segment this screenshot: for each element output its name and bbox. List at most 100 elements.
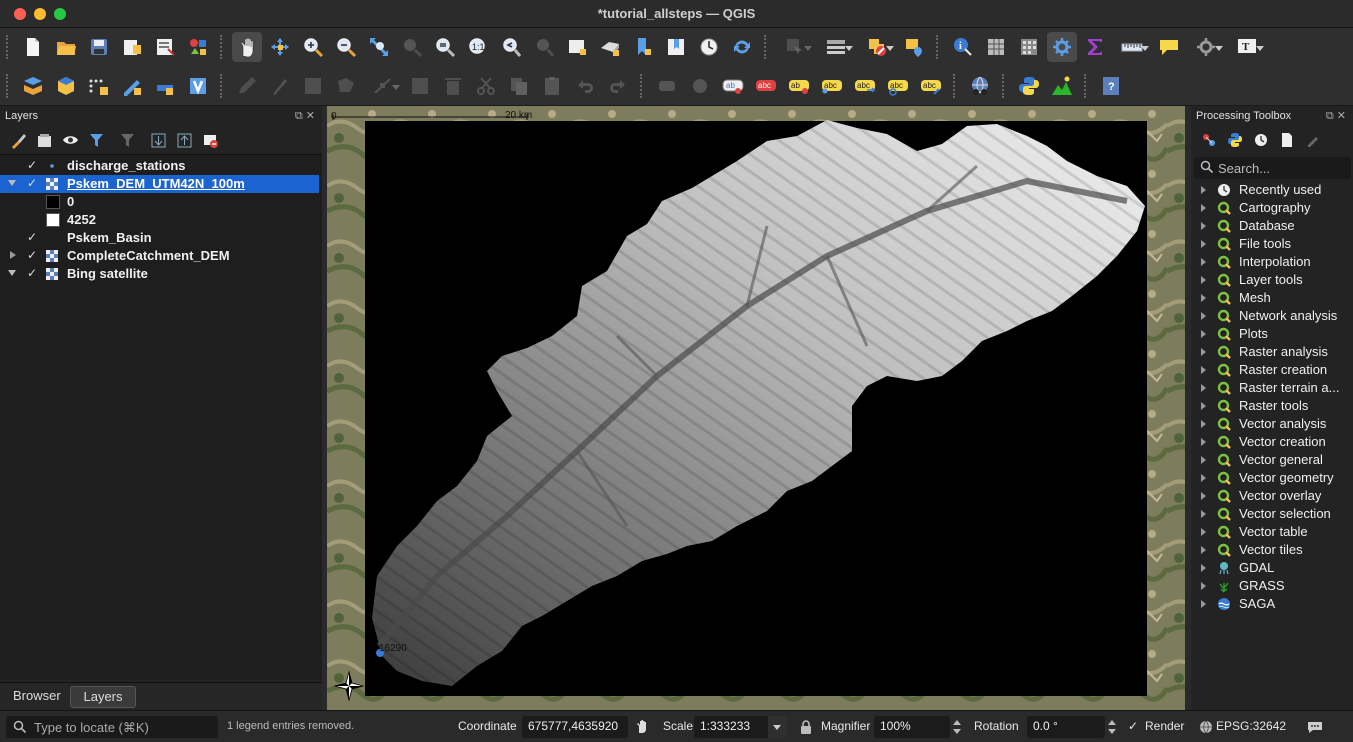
pan-map-icon[interactable] [231,32,262,62]
cut-features-icon[interactable] [471,71,501,101]
measure-icon[interactable] [1113,32,1151,62]
layer-item[interactable]: ✓ discharge_stations [0,157,322,175]
models-icon[interactable] [1197,129,1221,151]
expand-arrow-icon[interactable] [1201,600,1206,608]
style-manager-icon[interactable] [183,32,213,62]
crs-button[interactable]: EPSG:32642 [1216,719,1286,733]
layer-visibility-checkbox[interactable]: ✓ [27,230,37,244]
modify-attributes-icon[interactable] [405,71,435,101]
toolbar-grip[interactable] [640,73,646,98]
plugin-globe-icon[interactable] [965,71,995,101]
text-annotation-icon[interactable]: T [1228,32,1266,62]
pan-to-selection-icon[interactable] [265,32,295,62]
toolbox-group-item[interactable]: Vector creation [1191,433,1353,451]
copy-features-icon[interactable] [504,71,534,101]
rotation-stepper[interactable] [1106,716,1118,738]
identify-icon[interactable]: i [948,32,978,62]
toolbox-group-item[interactable]: Raster terrain a... [1191,379,1353,397]
expand-arrow-icon[interactable] [1201,276,1206,284]
toolbar-grip[interactable] [764,35,770,59]
filter-legend-icon[interactable] [84,129,108,151]
python-console-icon[interactable] [1014,71,1044,101]
digitize-icon[interactable] [117,71,147,101]
remove-layer-icon[interactable] [198,129,222,151]
collapse-arrow-icon[interactable] [10,251,16,259]
zoom-native-icon[interactable]: 1:1 [463,32,493,62]
statistics-sum-icon[interactable] [1080,32,1110,62]
expand-arrow-icon[interactable] [1201,204,1206,212]
select-features-icon[interactable] [776,32,814,62]
expand-all-icon[interactable] [146,129,170,151]
add-vector-layer-icon[interactable] [150,71,180,101]
layout-manager-icon[interactable] [150,32,180,62]
expand-arrow-icon[interactable] [8,270,16,276]
change-label-icon[interactable]: abc [916,71,946,101]
add-feature-icon[interactable] [331,71,361,101]
show-bookmarks-icon[interactable] [661,32,691,62]
toolbox-group-item[interactable]: Vector overlay [1191,487,1353,505]
new-print-layout-icon[interactable] [117,32,147,62]
expand-arrow-icon[interactable] [1201,258,1206,266]
annotation-icon[interactable] [1187,32,1225,62]
undo-icon[interactable] [570,71,600,101]
messages-icon[interactable] [1307,719,1323,735]
expand-arrow-icon[interactable] [1201,528,1206,536]
layer-labeling-off-icon[interactable]: abc [751,71,781,101]
toolbar-grip[interactable] [6,73,12,98]
expand-arrow-icon[interactable] [8,180,16,186]
expand-arrow-icon[interactable] [1201,330,1206,338]
history-icon[interactable] [1249,129,1273,151]
rotation-field[interactable]: 0.0 ° [1027,716,1105,738]
toolbox-group-item[interactable]: GDAL [1191,559,1353,577]
toolbox-group-item[interactable]: Interpolation [1191,253,1353,271]
layer-visibility-checkbox[interactable]: ✓ [27,158,37,172]
scale-dropdown-arrow[interactable] [768,716,786,738]
temporal-controller-icon[interactable] [694,32,724,62]
toolbox-group-item[interactable]: Vector table [1191,523,1353,541]
processing-search-box[interactable] [1194,157,1351,179]
filter-by-expression-icon[interactable] [110,129,144,151]
zoom-in-icon[interactable] [298,32,328,62]
toolbar-grip[interactable] [220,73,226,98]
toolbar-grip[interactable] [1084,73,1090,98]
layer-visibility-checkbox[interactable]: ✓ [27,248,37,262]
expand-arrow-icon[interactable] [1201,564,1206,572]
new-3d-view-icon[interactable] [595,32,625,62]
expand-arrow-icon[interactable] [1201,240,1206,248]
panel-float-close-icons[interactable]: ⧉✕ [295,109,318,123]
virtual-layer-icon[interactable] [183,71,213,101]
rotate-label-icon[interactable]: abc [883,71,913,101]
new-map-view-icon[interactable] [562,32,592,62]
scripts-python-icon[interactable] [1223,129,1247,151]
zoom-full-icon[interactable] [364,32,394,62]
open-project-icon[interactable] [51,32,81,62]
data-source-manager-icon[interactable] [18,71,48,101]
expand-arrow-icon[interactable] [1201,366,1206,374]
toolbar-grip[interactable] [936,35,942,59]
layer-item[interactable]: ✓ Bing satellite [0,265,322,283]
magnifier-stepper[interactable] [951,716,963,738]
new-temp-scratch-layer-icon[interactable] [84,71,114,101]
toolbox-group-item[interactable]: Raster analysis [1191,343,1353,361]
toolbox-group-item[interactable]: Network analysis [1191,307,1353,325]
move-label-icon[interactable]: abc [850,71,880,101]
locator-box[interactable] [6,716,218,738]
zoom-last-icon[interactable] [496,32,526,62]
refresh-icon[interactable] [727,32,757,62]
lock-scale-icon[interactable] [799,719,813,735]
paste-features-icon[interactable] [537,71,567,101]
processing-toolbox-icon[interactable] [1046,32,1077,62]
new-project-icon[interactable] [18,32,48,62]
expand-arrow-icon[interactable] [1201,492,1206,500]
toolbox-group-item[interactable]: Vector tiles [1191,541,1353,559]
toolbox-group-item[interactable]: Mesh [1191,289,1353,307]
expand-arrow-icon[interactable] [1201,186,1206,194]
new-bookmark-icon[interactable] [628,32,658,62]
select-by-location-icon[interactable] [899,32,929,62]
zoom-out-icon[interactable] [331,32,361,62]
toolbox-group-item[interactable]: Recently used [1191,181,1353,199]
open-table-icon[interactable] [981,32,1011,62]
toolbar-grip[interactable] [6,35,12,59]
deselect-icon[interactable] [858,32,896,62]
toolbox-group-item[interactable]: Vector general [1191,451,1353,469]
